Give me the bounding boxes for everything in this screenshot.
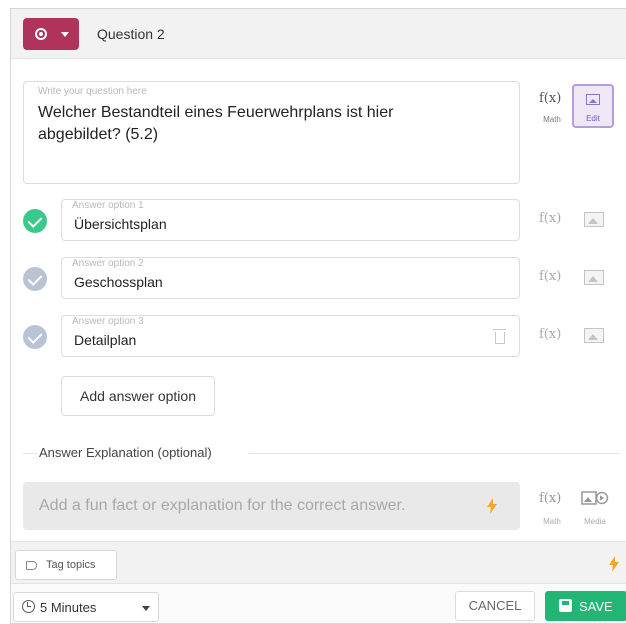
clock-icon — [22, 600, 35, 613]
image-icon[interactable] — [584, 328, 604, 343]
correct-answer-toggle[interactable] — [23, 209, 47, 233]
tag-topics-label: Tag topics — [46, 559, 96, 571]
question-editor: Question 2 Write your question here Welc… — [10, 8, 626, 624]
chevron-down-icon — [142, 606, 150, 611]
explanation-placeholder: Add a fun fact or explanation for the co… — [39, 497, 406, 514]
answer-option-text[interactable]: Detailplan — [74, 332, 136, 348]
answer-option-label: Answer option 3 — [72, 316, 144, 327]
answer-option-label: Answer option 2 — [72, 258, 144, 269]
answer-option-2[interactable]: Answer option 2 Geschossplan — [61, 257, 520, 299]
image-icon[interactable] — [584, 212, 604, 227]
question-input[interactable]: Write your question here Welcher Bestand… — [23, 81, 520, 184]
correct-answer-toggle[interactable] — [23, 325, 47, 349]
cancel-button[interactable]: CANCEL — [455, 591, 535, 621]
image-icon — [586, 94, 600, 105]
answer-option-1[interactable]: Answer option 1 Übersichtsplan — [61, 199, 520, 241]
answer-explanation-label: Answer Explanation (optional) — [39, 445, 212, 460]
edit-image-button[interactable]: Edit — [572, 84, 614, 128]
media-icon[interactable] — [581, 491, 609, 505]
tag-bar: Tag topics — [11, 541, 626, 583]
media-label: Media — [584, 517, 606, 526]
math-icon[interactable]: f(x) — [539, 269, 561, 284]
divider — [249, 453, 619, 454]
math-icon[interactable]: f(x) — [539, 91, 561, 106]
correct-answer-toggle[interactable] — [23, 267, 47, 291]
question-header: Question 2 — [11, 9, 626, 59]
answer-option-3[interactable]: Answer option 3 Detailplan — [61, 315, 520, 357]
radio-icon — [35, 28, 47, 40]
math-icon[interactable]: f(x) — [539, 211, 561, 226]
save-button[interactable]: SAVE — [545, 591, 626, 621]
bottom-bar: 5 Minutes CANCEL SAVE — [11, 583, 626, 623]
math-icon[interactable]: f(x) — [539, 327, 561, 342]
math-label: Math — [543, 517, 561, 526]
answer-option-text[interactable]: Geschossplan — [74, 274, 163, 290]
time-limit-dropdown[interactable]: 5 Minutes — [13, 592, 159, 622]
save-label: SAVE — [579, 599, 613, 614]
math-label: Math — [543, 115, 561, 124]
edit-label: Edit — [586, 114, 600, 123]
answer-option-label: Answer option 1 — [72, 200, 144, 211]
trash-icon[interactable] — [493, 329, 506, 344]
question-type-dropdown[interactable] — [23, 18, 79, 50]
answer-option-text[interactable]: Übersichtsplan — [74, 216, 167, 232]
question-placeholder: Write your question here — [38, 86, 147, 97]
divider — [23, 453, 37, 454]
math-icon[interactable]: f(x) — [539, 491, 561, 506]
save-icon — [559, 599, 572, 612]
chevron-down-icon — [61, 32, 69, 37]
explanation-input[interactable]: Add a fun fact or explanation for the co… — [23, 482, 520, 530]
question-title: Question 2 — [97, 26, 165, 42]
time-limit-value: 5 Minutes — [40, 600, 97, 615]
lightning-icon[interactable] — [487, 498, 497, 514]
add-answer-option-button[interactable]: Add answer option — [61, 376, 215, 416]
lightning-icon[interactable] — [609, 556, 619, 572]
image-icon[interactable] — [584, 270, 604, 285]
question-text[interactable]: Welcher Bestandteil eines Feuerwehrplans… — [38, 102, 478, 146]
tag-icon — [26, 561, 37, 570]
tag-topics-button[interactable]: Tag topics — [15, 550, 117, 580]
